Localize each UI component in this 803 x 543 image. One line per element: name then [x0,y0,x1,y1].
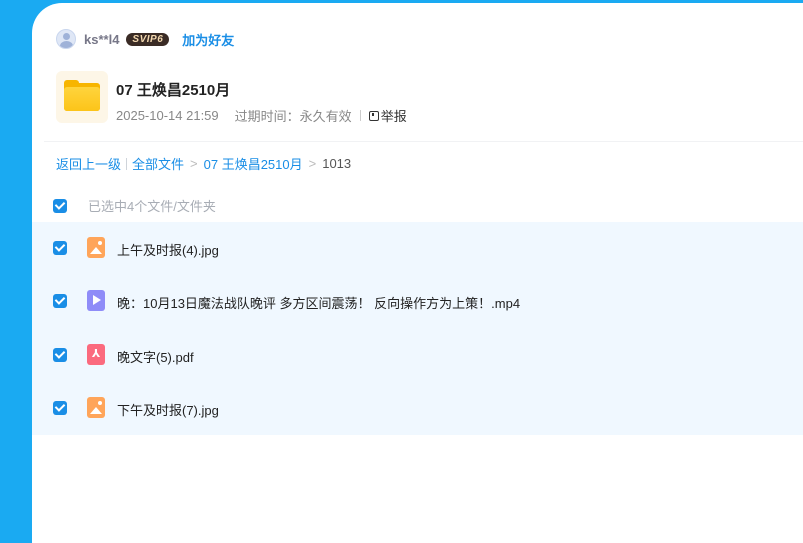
file-name[interactable]: 上午及时报(4).jpg [117,240,219,259]
file-checkbox[interactable] [53,241,67,255]
expiry-label: 过期时间： [234,109,300,124]
breadcrumb-divider [126,157,128,170]
add-friend-link[interactable]: 加为好友 [182,30,234,49]
select-all-checkbox[interactable] [53,199,67,213]
file-row[interactable]: 下午及时报(7).jpg [32,382,803,435]
sharer-info: ks**l4 SVIP6 加为好友 [56,28,234,50]
breadcrumb-folder[interactable]: 07 王焕昌2510月 [204,154,303,173]
folder-icon [56,71,108,123]
avatar[interactable] [56,29,76,49]
file-checkbox[interactable] [53,401,67,415]
file-row[interactable]: ⅄ 晚文字(5).pdf [32,329,803,382]
file-row[interactable]: 上午及时报(4).jpg [32,222,803,275]
pdf-file-icon: ⅄ [87,344,105,365]
breadcrumb-separator: > [308,156,317,171]
breadcrumb-separator: > [190,156,198,171]
breadcrumb-current: 1013 [322,156,352,171]
share-date: 2025-10-14 21:59 [116,108,219,123]
report-link[interactable]: 举报 [368,106,407,125]
selection-count-label: 已选中4个文件/文件夹 [88,199,216,214]
report-label: 举报 [380,109,407,124]
image-file-icon [87,397,105,418]
file-name[interactable]: 下午及时报(7).jpg [117,400,219,419]
image-file-icon [87,237,105,258]
breadcrumb-root[interactable]: 全部文件 [132,154,184,173]
share-title: 07 王焕昌2510月 [116,82,231,99]
divider [359,110,361,121]
file-checkbox[interactable] [53,294,67,308]
username[interactable]: ks**l4 [84,32,119,47]
header-divider [44,141,803,142]
file-name[interactable]: 晚：10月13日魔法战队晚评 多方区间震荡！ 反向操作方为上策！.mp4 [117,293,520,312]
report-icon [368,110,379,121]
expiry-value: 永久有效 [299,109,352,124]
video-file-icon [87,290,105,311]
file-name[interactable]: 晚文字(5).pdf [117,347,194,366]
file-list: 上午及时报(4).jpg 晚：10月13日魔法战队晚评 多方区间震荡！ 反向操作… [32,222,803,435]
file-checkbox[interactable] [53,348,67,362]
breadcrumb: 返回上一级 全部文件 > 07 王焕昌2510月 > 1013 [56,154,351,173]
vip-badge: SVIP6 [126,32,170,46]
share-panel: ks**l4 SVIP6 加为好友 07 王焕昌2510月 2025-10-14… [32,3,803,543]
file-row[interactable]: 晚：10月13日魔法战队晚评 多方区间震荡！ 反向操作方为上策！.mp4 [32,275,803,328]
back-link[interactable]: 返回上一级 [56,154,121,173]
share-meta: 2025-10-14 21:59 过期时间： 永久有效 举报 [116,106,407,125]
